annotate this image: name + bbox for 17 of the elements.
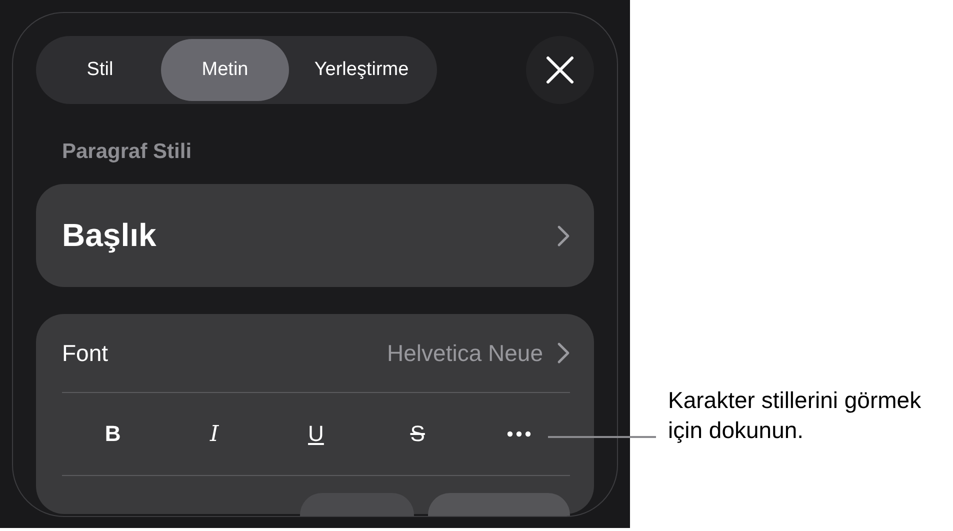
chevron-icon	[557, 224, 570, 246]
tab[interactable]: Stil	[39, 39, 161, 101]
font-value[interactable]: Helvetica Neue	[387, 340, 543, 366]
callout-text: Karakter stillerini görmek için dokunun.	[668, 386, 922, 445]
tab[interactable]: Yerleştirme	[289, 39, 434, 101]
paragraph-style-row[interactable]: Başlık	[36, 184, 594, 287]
close-icon	[546, 56, 574, 84]
more-icon	[507, 431, 532, 437]
chevron-icon	[557, 342, 570, 364]
section-title: Paragraf Stili	[62, 140, 193, 164]
font-label: Font	[62, 340, 108, 366]
underline-button[interactable]: U	[286, 412, 346, 456]
paragraph-style-value: Başlık	[62, 217, 156, 254]
tab[interactable]: Metin	[161, 39, 289, 101]
bold-button[interactable]: B	[82, 412, 143, 456]
strike-button[interactable]: S	[388, 412, 448, 456]
italic-button[interactable]: I	[184, 412, 244, 456]
